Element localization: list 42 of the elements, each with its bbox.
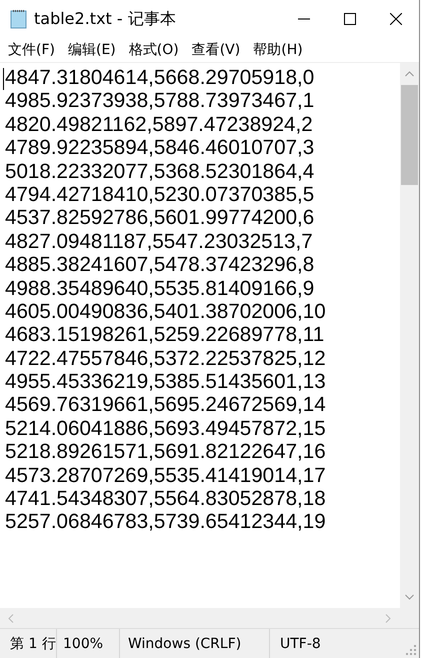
- horizontal-scrollbar[interactable]: [0, 608, 419, 629]
- text-line: 5257.06846783,5739.65412344,19: [5, 510, 327, 534]
- status-text: Windows (CRLF): [120, 629, 270, 658]
- scroll-right-icon[interactable]: [385, 614, 391, 622]
- text-line: 4885.38241607,5478.37423296,8: [5, 253, 316, 277]
- text-line: 4955.45336219,5385.51435601,13: [5, 370, 327, 394]
- status-text: 100%: [57, 629, 120, 658]
- text-cursor: [3, 68, 4, 90]
- text-line: 4537.82592786,5601.99774200,6: [5, 206, 316, 230]
- menu-item[interactable]: 格式(O): [128, 41, 179, 59]
- text-line: 4741.54348307,5564.83052878,18: [5, 487, 327, 510]
- scroll-left-icon[interactable]: [8, 614, 14, 622]
- scroll-down-icon[interactable]: [405, 594, 414, 600]
- close-icon: [390, 13, 402, 25]
- vertical-scrollbar[interactable]: [400, 63, 419, 608]
- text-line: 5218.89261571,5691.82122647,16: [5, 440, 327, 464]
- status-text: 第 1 行: [0, 629, 57, 658]
- text-line: 4827.09481187,5547.23032513,7: [5, 230, 314, 254]
- resize-grip-icon[interactable]: [406, 645, 416, 655]
- scroll-up-icon[interactable]: [405, 71, 414, 77]
- text-line: 4988.35489640,5535.81409166,9: [5, 276, 316, 300]
- text-line: 4789.92235894,5846.46010707,3: [5, 136, 316, 160]
- text-line: 4985.92373938,5788.73973467,1: [5, 89, 316, 113]
- menu-item[interactable]: 查看(V): [192, 41, 240, 59]
- text-line: 4605.00490836,5401.38702006,10: [5, 300, 327, 324]
- window-title: table2.txt - 记事本: [34, 8, 176, 30]
- menu-item[interactable]: 编辑(E): [68, 41, 116, 59]
- text-line: 4722.47557846,5372.22537825,12: [5, 346, 327, 370]
- text-line: 4573.28707269,5535.41419014,17: [5, 464, 327, 488]
- scrollbar-thumb[interactable]: [401, 85, 418, 185]
- text-line: 5018.22332077,5368.52301864,4: [5, 160, 316, 183]
- text-line: 4683.15198261,5259.22689778,11: [5, 323, 326, 347]
- text-line: 4569.76319661,5695.24672569,14: [5, 393, 327, 417]
- notepad-icon: [10, 9, 28, 29]
- menu-item[interactable]: 帮助(H): [253, 41, 303, 59]
- status-text: UTF-8: [279, 634, 322, 654]
- maximize-icon: [344, 13, 356, 25]
- text-line: 4820.49821162,5897.47238924,2: [5, 112, 314, 136]
- menu-item[interactable]: 文件(F): [8, 41, 55, 59]
- text-line: 4794.42718410,5230.07370385,5: [5, 182, 316, 206]
- text-line: 5214.06041886,5693.49457872,15: [5, 416, 327, 440]
- text-line: 4847.31804614,5668.29705918,0: [5, 66, 316, 90]
